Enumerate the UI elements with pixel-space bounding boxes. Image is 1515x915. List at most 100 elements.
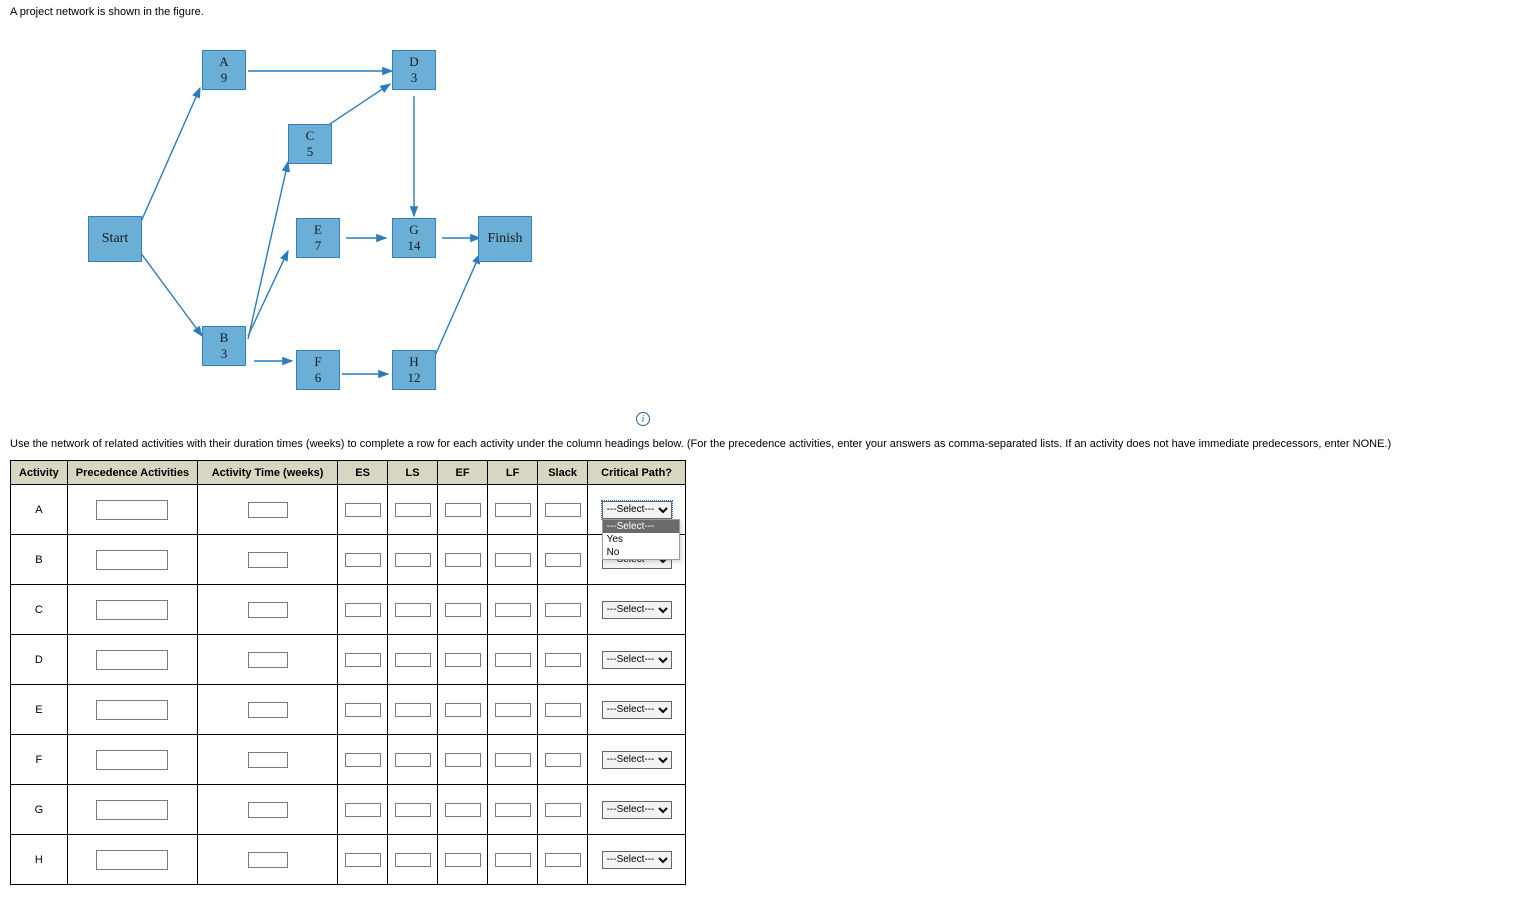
node-finish: Finish [478,216,532,262]
ls-input[interactable] [395,753,431,767]
node-finish-label: Finish [487,230,522,248]
activity-time-input[interactable] [248,502,288,518]
ef-input[interactable] [445,653,481,667]
activity-time-input[interactable] [248,552,288,568]
table-row: D---Select---YesNo [11,635,686,685]
precedence-input[interactable] [96,550,168,570]
precedence-input[interactable] [96,600,168,620]
ef-input[interactable] [445,503,481,517]
ls-input[interactable] [395,853,431,867]
es-input[interactable] [345,503,381,517]
th-activity: Activity [11,461,68,485]
es-input[interactable] [345,603,381,617]
node-d-letter: D [409,54,418,70]
node-f: F 6 [296,350,340,390]
ef-input[interactable] [445,703,481,717]
critical-path-select[interactable]: ---Select---YesNo [602,601,672,619]
lf-input[interactable] [495,503,531,517]
node-f-letter: F [314,354,321,370]
dropdown-option[interactable]: Yes [603,533,679,546]
slack-input[interactable] [545,803,581,817]
ef-input[interactable] [445,603,481,617]
dropdown-option[interactable]: No [603,546,679,559]
slack-input[interactable] [545,753,581,767]
precedence-input[interactable] [96,750,168,770]
cell-activity: A [11,485,68,535]
node-b: B 3 [202,326,246,366]
ls-input[interactable] [395,653,431,667]
table-row: G---Select---YesNo [11,785,686,835]
lf-input[interactable] [495,653,531,667]
critical-path-select[interactable]: ---Select---YesNo [602,651,672,669]
info-icon[interactable]: i [636,412,650,426]
th-critical: Critical Path? [588,461,686,485]
ls-input[interactable] [395,553,431,567]
ef-input[interactable] [445,553,481,567]
critical-path-select[interactable]: ---Select---YesNo [602,701,672,719]
precedence-input[interactable] [96,500,168,520]
cell-activity: H [11,835,68,885]
activity-time-input[interactable] [248,652,288,668]
node-e-duration: 7 [315,238,322,254]
slack-input[interactable] [545,853,581,867]
node-c-letter: C [306,128,315,144]
slack-input[interactable] [545,703,581,717]
table-row: C ---Select---YesNo [11,585,686,635]
es-input[interactable] [345,653,381,667]
es-input[interactable] [345,853,381,867]
es-input[interactable] [345,753,381,767]
ls-input[interactable] [395,603,431,617]
lf-input[interactable] [495,853,531,867]
node-h: H 12 [392,350,436,390]
critical-path-select[interactable]: ---Select---YesNo [602,751,672,769]
cell-activity: C [11,585,68,635]
th-slack: Slack [538,461,588,485]
activity-time-input[interactable] [248,802,288,818]
es-input[interactable] [345,553,381,567]
slack-input[interactable] [545,553,581,567]
activity-table: Activity Precedence Activities Activity … [10,460,686,885]
node-a-letter: A [219,54,228,70]
ls-input[interactable] [395,703,431,717]
critical-path-select[interactable]: ---Select---YesNo [602,501,672,519]
ef-input[interactable] [445,853,481,867]
node-h-letter: H [409,354,418,370]
ls-input[interactable] [395,803,431,817]
lf-input[interactable] [495,553,531,567]
node-h-duration: 12 [408,370,421,386]
es-input[interactable] [345,803,381,817]
lf-input[interactable] [495,803,531,817]
ls-input[interactable] [395,503,431,517]
cell-activity: E [11,685,68,735]
critical-path-dropdown-panel: ---Select---YesNo [602,519,680,560]
critical-path-select[interactable]: ---Select---YesNo [602,801,672,819]
node-g: G 14 [392,218,436,258]
ef-input[interactable] [445,753,481,767]
node-start-label: Start [102,230,128,248]
lf-input[interactable] [495,703,531,717]
intro-text: A project network is shown in the figure… [10,6,1507,18]
slack-input[interactable] [545,653,581,667]
diagram-edges [88,26,648,426]
activity-time-input[interactable] [248,602,288,618]
precedence-input[interactable] [96,700,168,720]
activity-time-input[interactable] [248,852,288,868]
es-input[interactable] [345,703,381,717]
dropdown-option[interactable]: ---Select--- [603,520,679,533]
precedence-input[interactable] [96,650,168,670]
node-a: A 9 [202,50,246,90]
activity-time-input[interactable] [248,702,288,718]
th-ls: LS [388,461,438,485]
precedence-input[interactable] [96,800,168,820]
activity-time-input[interactable] [248,752,288,768]
node-b-duration: 3 [221,346,228,362]
precedence-input[interactable] [96,850,168,870]
critical-path-select[interactable]: ---Select---YesNo [602,851,672,869]
slack-input[interactable] [545,503,581,517]
slack-input[interactable] [545,603,581,617]
lf-input[interactable] [495,753,531,767]
ef-input[interactable] [445,803,481,817]
node-e: E 7 [296,218,340,258]
lf-input[interactable] [495,603,531,617]
node-b-letter: B [220,330,229,346]
